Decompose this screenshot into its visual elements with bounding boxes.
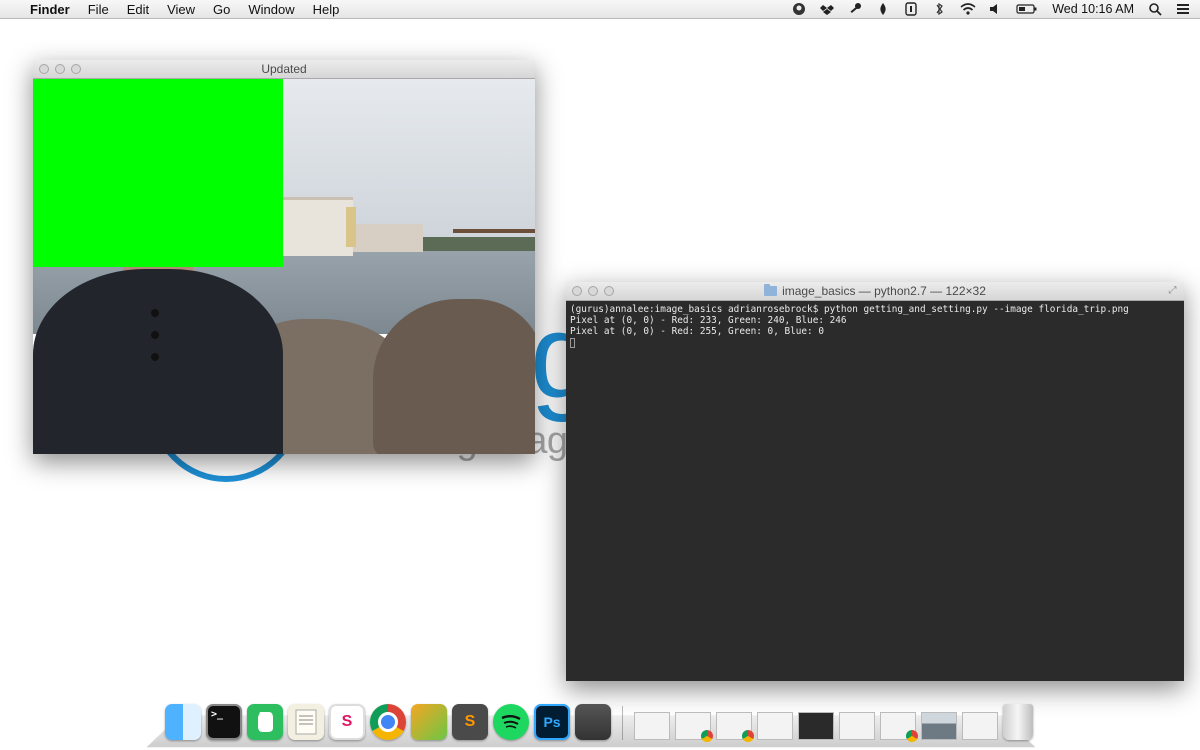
minimized-window-thumbnail[interactable] xyxy=(757,712,793,740)
minimized-window-thumbnail[interactable] xyxy=(880,712,918,742)
textedit-icon[interactable] xyxy=(288,704,324,740)
cloud-icon[interactable] xyxy=(792,2,806,16)
close-button[interactable] xyxy=(39,64,49,74)
terminal-cursor xyxy=(570,337,575,348)
volume-icon[interactable] xyxy=(988,2,1002,16)
slack-icon[interactable]: S xyxy=(329,704,365,740)
minimize-button[interactable] xyxy=(588,286,598,296)
terminal-icon[interactable]: >_ xyxy=(206,704,242,740)
terminal-title-wrap: image_basics — python2.7 — 122×32 xyxy=(764,282,986,300)
terminal-line: Pixel at (0, 0) - Red: 233, Green: 240, … xyxy=(570,315,847,326)
minimize-button[interactable] xyxy=(55,64,65,74)
pycharm-icon[interactable] xyxy=(411,704,447,740)
minimized-window-thumbnail[interactable] xyxy=(675,712,713,742)
fullscreen-icon[interactable]: ⤢ xyxy=(1167,285,1178,296)
menu-window[interactable]: Window xyxy=(248,2,294,17)
minimized-window-thumbnail[interactable] xyxy=(962,712,998,740)
notification-center-icon[interactable] xyxy=(1176,2,1190,16)
window-controls xyxy=(39,64,81,74)
menu-help[interactable]: Help xyxy=(313,2,340,17)
menu-file[interactable]: File xyxy=(88,2,109,17)
image-window[interactable]: Updated xyxy=(33,60,535,454)
spotify-icon[interactable] xyxy=(493,704,529,740)
bluetooth-icon[interactable] xyxy=(932,2,946,16)
image-canvas xyxy=(33,79,535,454)
image-window-title: Updated xyxy=(261,62,307,76)
terminal-line: Pixel at (0, 0) - Red: 255, Green: 0, Bl… xyxy=(570,326,824,337)
menu-view[interactable]: View xyxy=(167,2,195,17)
menu-go[interactable]: Go xyxy=(213,2,230,17)
chrome-badge-icon xyxy=(701,730,713,742)
blank-app-icon[interactable] xyxy=(575,704,611,740)
photo-lighthouse xyxy=(346,207,356,247)
clipboard-icon[interactable] xyxy=(904,2,918,16)
menu-edit[interactable]: Edit xyxy=(127,2,149,17)
folder-icon xyxy=(764,284,778,296)
menu-bar-right: Wed 10:16 AM xyxy=(792,0,1190,18)
shirt-button xyxy=(151,331,159,339)
photo-building xyxy=(283,197,353,256)
close-button[interactable] xyxy=(572,286,582,296)
menu-app-name[interactable]: Finder xyxy=(30,2,70,17)
chrome-icon[interactable] xyxy=(370,704,406,740)
photo-person xyxy=(33,269,283,454)
flame-icon[interactable] xyxy=(876,2,890,16)
photo-building xyxy=(353,224,423,252)
zoom-button[interactable] xyxy=(71,64,81,74)
menu-clock[interactable]: Wed 10:16 AM xyxy=(1052,2,1134,16)
photo-rock xyxy=(373,299,535,454)
finder-icon[interactable] xyxy=(165,704,201,740)
terminal-title: image_basics — python2.7 — 122×32 xyxy=(782,284,986,298)
photo-railing xyxy=(453,229,535,303)
wifi-icon[interactable] xyxy=(960,2,976,16)
minimized-window-thumbnail[interactable] xyxy=(798,712,834,740)
terminal-cursor-line xyxy=(570,337,1180,348)
dock-separator xyxy=(622,706,623,740)
minimized-window-thumbnail[interactable] xyxy=(839,712,875,740)
chrome-badge-icon xyxy=(742,730,754,742)
green-overlay-rectangle xyxy=(33,79,283,267)
window-controls xyxy=(572,286,614,296)
zoom-button[interactable] xyxy=(604,286,614,296)
sublime-text-icon[interactable]: S xyxy=(452,704,488,740)
evernote-icon[interactable] xyxy=(247,704,283,740)
shirt-button xyxy=(151,353,159,361)
photoshop-icon[interactable]: Ps xyxy=(534,704,570,740)
minimized-window-thumbnail[interactable] xyxy=(921,712,957,740)
key-icon[interactable] xyxy=(848,2,862,16)
minimized-window-thumbnail[interactable] xyxy=(716,712,754,742)
chrome-badge-icon xyxy=(906,730,918,742)
trash-icon[interactable] xyxy=(1003,704,1033,740)
terminal-window[interactable]: image_basics — python2.7 — 122×32 ⤢ (gur… xyxy=(566,282,1184,681)
image-window-titlebar[interactable]: Updated xyxy=(33,60,535,79)
battery-icon[interactable] xyxy=(1016,2,1038,16)
terminal-titlebar[interactable]: image_basics — python2.7 — 122×32 ⤢ xyxy=(566,282,1184,301)
terminal-line: (gurus)annalee:image_basics adrianrosebr… xyxy=(570,304,1129,315)
shirt-button xyxy=(151,309,159,317)
menu-bar-left: Finder File Edit View Go Window Help xyxy=(12,0,357,18)
spotlight-search-icon[interactable] xyxy=(1148,2,1162,16)
menu-bar: Finder File Edit View Go Window Help Wed… xyxy=(0,0,1200,19)
dropbox-icon[interactable] xyxy=(820,2,835,16)
minimized-window-thumbnail[interactable] xyxy=(634,712,670,740)
terminal-output[interactable]: (gurus)annalee:image_basics adrianrosebr… xyxy=(566,301,1184,351)
dock: >_ S S Ps xyxy=(165,700,1035,742)
